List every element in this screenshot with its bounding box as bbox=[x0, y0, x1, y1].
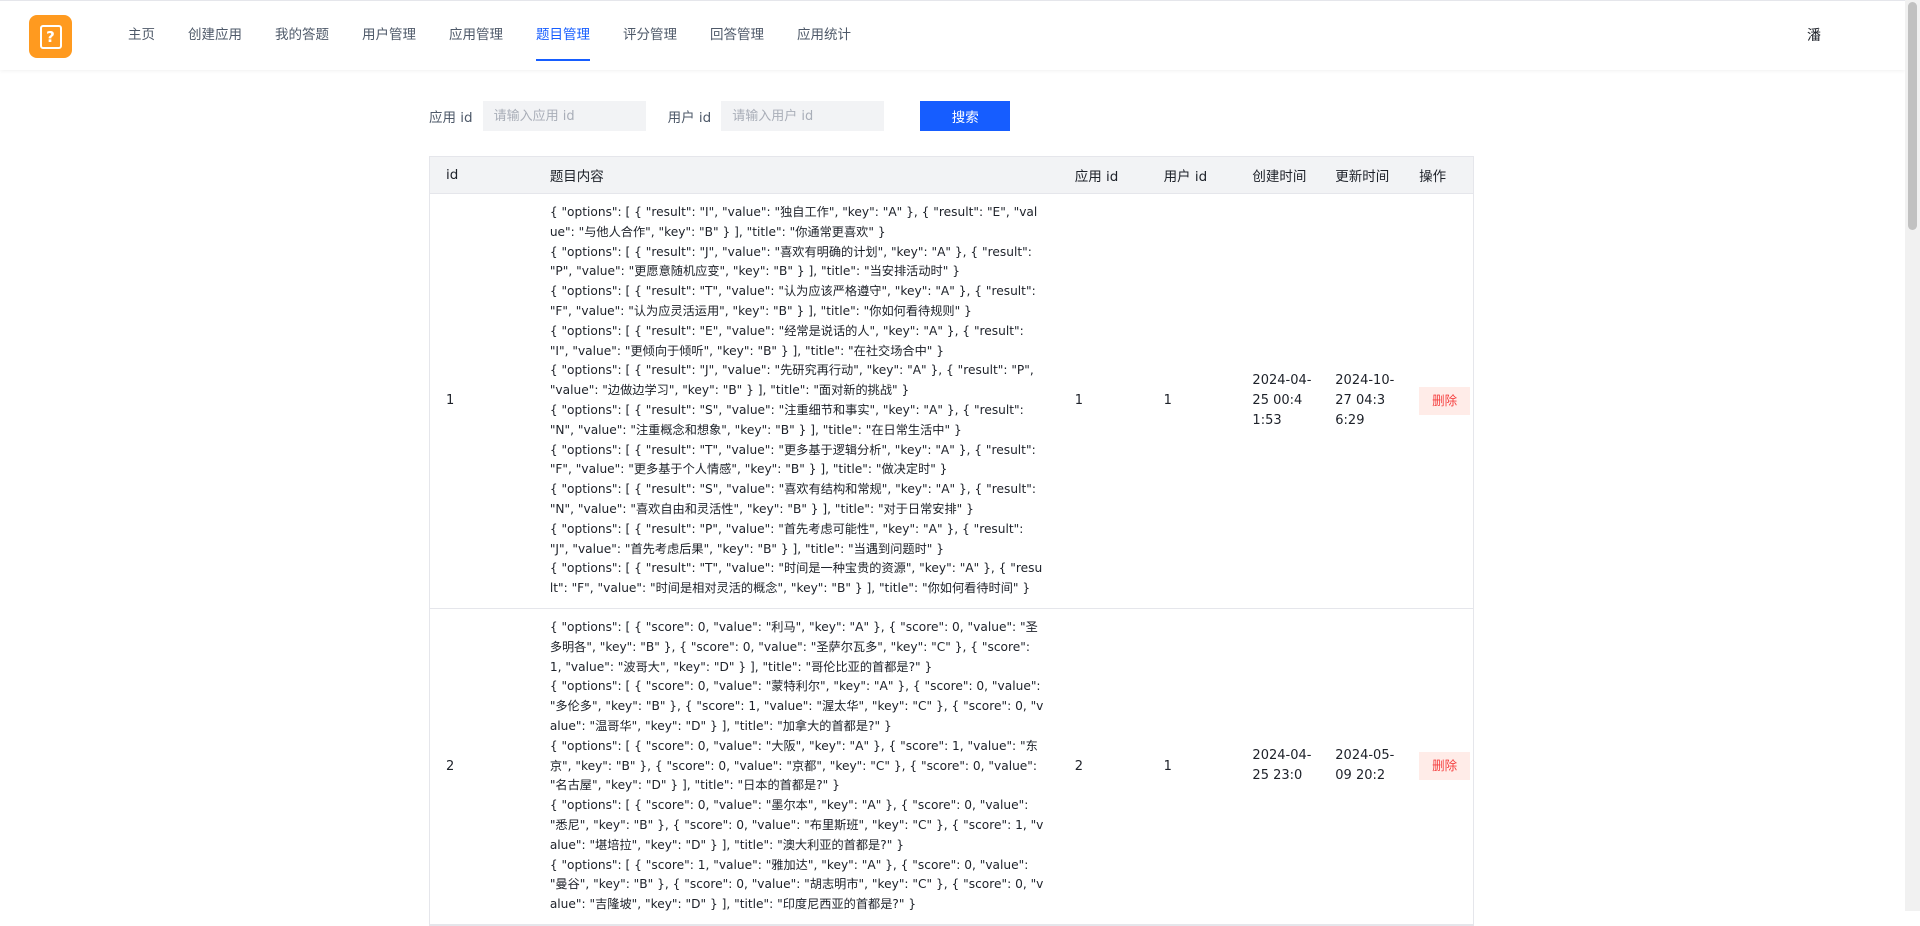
nav-item-8[interactable]: 应用统计 bbox=[785, 1, 863, 71]
create-time-text: 2024-04-25 23:0 bbox=[1252, 748, 1312, 784]
cell-user-id: 1 bbox=[1163, 393, 1172, 409]
nav-item-2[interactable]: 我的答题 bbox=[263, 1, 341, 71]
cell-question-content: { "options": [ { "score": 0, "value": "利… bbox=[534, 609, 1059, 924]
user-id-input[interactable] bbox=[721, 101, 885, 131]
column-header-id: id bbox=[446, 167, 459, 183]
cell-user-id: 1 bbox=[1163, 758, 1172, 774]
cell-update-time: 2024-10-27 04:36:29 bbox=[1319, 194, 1403, 608]
question-json-line: { "options": [ { "score": 0, "value": "利… bbox=[549, 619, 1038, 674]
nav-item-3[interactable]: 用户管理 bbox=[350, 1, 428, 71]
top-navigation-bar: ? 主页 创建应用 我的答题 用户管理 应用管理 题目管理 评分管理 回答管理 应用统计 潘 bbox=[0, 0, 1905, 70]
question-json-line: { "options": [ { "result": "J", "value":… bbox=[549, 363, 1034, 398]
user-name[interactable]: 潘 bbox=[1807, 25, 1821, 45]
cell-update-time: 2024-05-09 20:2 bbox=[1319, 609, 1403, 924]
question-json-line: { "options": [ { "score": 0, "value": "大… bbox=[549, 738, 1038, 793]
cell-question-content: { "options": [ { "result": "I", "value":… bbox=[534, 194, 1059, 608]
cell-app-id: 1 bbox=[1074, 393, 1084, 409]
scrollbar-thumb[interactable] bbox=[1908, 2, 1917, 230]
column-header-app-id: 应用 id bbox=[1074, 169, 1119, 185]
question-json-line: { "options": [ { "result": "E", "value":… bbox=[549, 323, 1024, 358]
create-time-text: 2024-04-25 00:41:53 bbox=[1252, 372, 1312, 428]
question-json-line: { "options": [ { "result": "J", "value":… bbox=[549, 244, 1032, 279]
nav-item-5[interactable]: 题目管理 bbox=[524, 1, 602, 71]
question-json-line: { "options": [ { "result": "T", "value":… bbox=[549, 561, 1043, 596]
user-id-label: 用户 id bbox=[667, 110, 712, 126]
search-button[interactable]: 搜索 bbox=[920, 101, 1011, 131]
question-json-line: { "options": [ { "result": "S", "value":… bbox=[549, 482, 1036, 516]
delete-button[interactable]: 删除 bbox=[1419, 386, 1471, 415]
cell-create-time: 2024-04-25 23:0 bbox=[1236, 609, 1319, 924]
cell-action: 删除 bbox=[1403, 609, 1473, 924]
table-body: 1 { "options": [ { "result": "I", "value"… bbox=[430, 194, 1473, 925]
cell-id: 1 bbox=[446, 393, 455, 409]
nav-item-1[interactable]: 创建应用 bbox=[176, 1, 254, 71]
question-json-line: { "options": [ { "score": 0, "value": "墨… bbox=[549, 798, 1044, 852]
app-id-label: 应用 id bbox=[429, 110, 473, 126]
delete-button[interactable]: 删除 bbox=[1419, 752, 1471, 781]
app-id-input[interactable] bbox=[482, 101, 646, 131]
column-header-update-time: 更新时间 bbox=[1335, 169, 1390, 185]
table-row: 1 { "options": [ { "result": "I", "value"… bbox=[430, 194, 1473, 609]
column-header-create-time: 创建时间 bbox=[1252, 169, 1307, 185]
app-logo[interactable]: ? bbox=[29, 15, 72, 58]
search-form: 应用 id 用户 id 搜索 bbox=[429, 101, 1011, 131]
cell-create-time: 2024-04-25 00:41:53 bbox=[1236, 194, 1319, 608]
question-json-line: { "options": [ { "result": "T", "value":… bbox=[549, 442, 1036, 477]
table-row: 2 { "options": [ { "score": 0, "value": "… bbox=[430, 609, 1473, 925]
nav-item-0[interactable]: 主页 bbox=[116, 1, 167, 71]
question-json-line: { "options": [ { "score": 1, "value": "雅… bbox=[549, 857, 1044, 912]
question-mark-icon: ? bbox=[39, 24, 62, 49]
column-header-content: 题目内容 bbox=[549, 169, 604, 185]
nav-item-4[interactable]: 应用管理 bbox=[437, 1, 515, 71]
question-json-line: { "options": [ { "result": "I", "value":… bbox=[549, 205, 1038, 239]
question-json-line: { "options": [ { "score": 0, "value": "蒙… bbox=[549, 679, 1044, 733]
column-header-action: 操作 bbox=[1419, 169, 1447, 185]
page-scrollbar[interactable] bbox=[1905, 0, 1920, 911]
question-json-line: { "options": [ { "result": "S", "value":… bbox=[549, 402, 1024, 437]
question-json-line: { "options": [ { "result": "P", "value":… bbox=[549, 521, 1024, 556]
column-header-user-id: 用户 id bbox=[1163, 169, 1208, 185]
cell-id: 2 bbox=[446, 758, 455, 774]
question-json-line: { "options": [ { "result": "T", "value":… bbox=[549, 284, 1036, 318]
cell-app-id: 2 bbox=[1074, 758, 1084, 774]
update-time-text: 2024-05-09 20:2 bbox=[1335, 748, 1395, 784]
update-time-text: 2024-10-27 04:36:29 bbox=[1335, 372, 1395, 428]
question-table: id 题目内容 应用 id 用户 id 创建时间 更新时间 操作 1 { "opt… bbox=[429, 156, 1474, 926]
table-header: id 题目内容 应用 id 用户 id 创建时间 更新时间 操作 bbox=[430, 157, 1473, 194]
main-menu: 主页 创建应用 我的答题 用户管理 应用管理 题目管理 评分管理 回答管理 应用统计 bbox=[116, 1, 872, 71]
cell-action: 删除 bbox=[1403, 194, 1473, 608]
nav-item-6[interactable]: 评分管理 bbox=[611, 1, 689, 71]
nav-item-7[interactable]: 回答管理 bbox=[698, 1, 776, 71]
